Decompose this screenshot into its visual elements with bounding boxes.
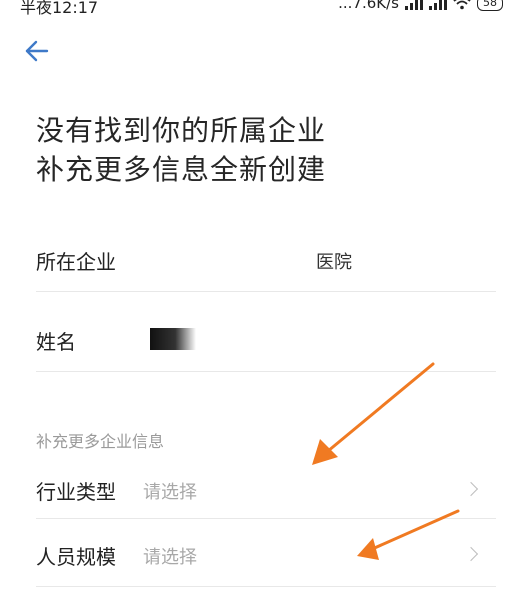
signal-icon bbox=[429, 0, 447, 10]
section-label: 补充更多企业信息 bbox=[36, 432, 165, 451]
page-title-line-1: 没有找到你的所属企业 bbox=[36, 114, 327, 147]
company-label: 所在企业 bbox=[36, 250, 116, 274]
status-bar: 半夜12:17 ...7.6K/s 58 bbox=[0, 0, 517, 17]
chevron-right-icon[interactable] bbox=[463, 546, 479, 562]
name-row[interactable]: 姓名 bbox=[36, 312, 496, 372]
page-title-line-2: 补充更多信息全新创建 bbox=[36, 153, 327, 186]
network-speed: ...7.6K/s bbox=[338, 0, 399, 12]
industry-type-label: 行业类型 bbox=[36, 480, 116, 504]
annotation-arrow-icon bbox=[312, 362, 435, 465]
staff-size-label: 人员规模 bbox=[36, 545, 116, 569]
status-indicators: ...7.6K/s 58 bbox=[338, 0, 503, 12]
name-label: 姓名 bbox=[36, 330, 76, 354]
signal-icon bbox=[405, 0, 423, 10]
industry-type-row[interactable]: 行业类型 请选择 bbox=[36, 462, 496, 519]
name-value-redacted[interactable] bbox=[150, 328, 196, 350]
wifi-icon bbox=[453, 0, 471, 10]
chevron-right-icon[interactable] bbox=[463, 481, 479, 497]
battery-icon: 58 bbox=[477, 0, 503, 11]
industry-type-placeholder[interactable]: 请选择 bbox=[143, 478, 197, 504]
company-value[interactable]: 医院 bbox=[316, 248, 352, 274]
company-row[interactable]: 所在企业 医院 bbox=[36, 232, 496, 292]
staff-size-placeholder[interactable]: 请选择 bbox=[143, 543, 197, 569]
status-time: 半夜12:17 bbox=[20, 0, 99, 17]
arrow-left-icon[interactable] bbox=[24, 40, 50, 62]
staff-size-row[interactable]: 人员规模 请选择 bbox=[36, 529, 496, 587]
